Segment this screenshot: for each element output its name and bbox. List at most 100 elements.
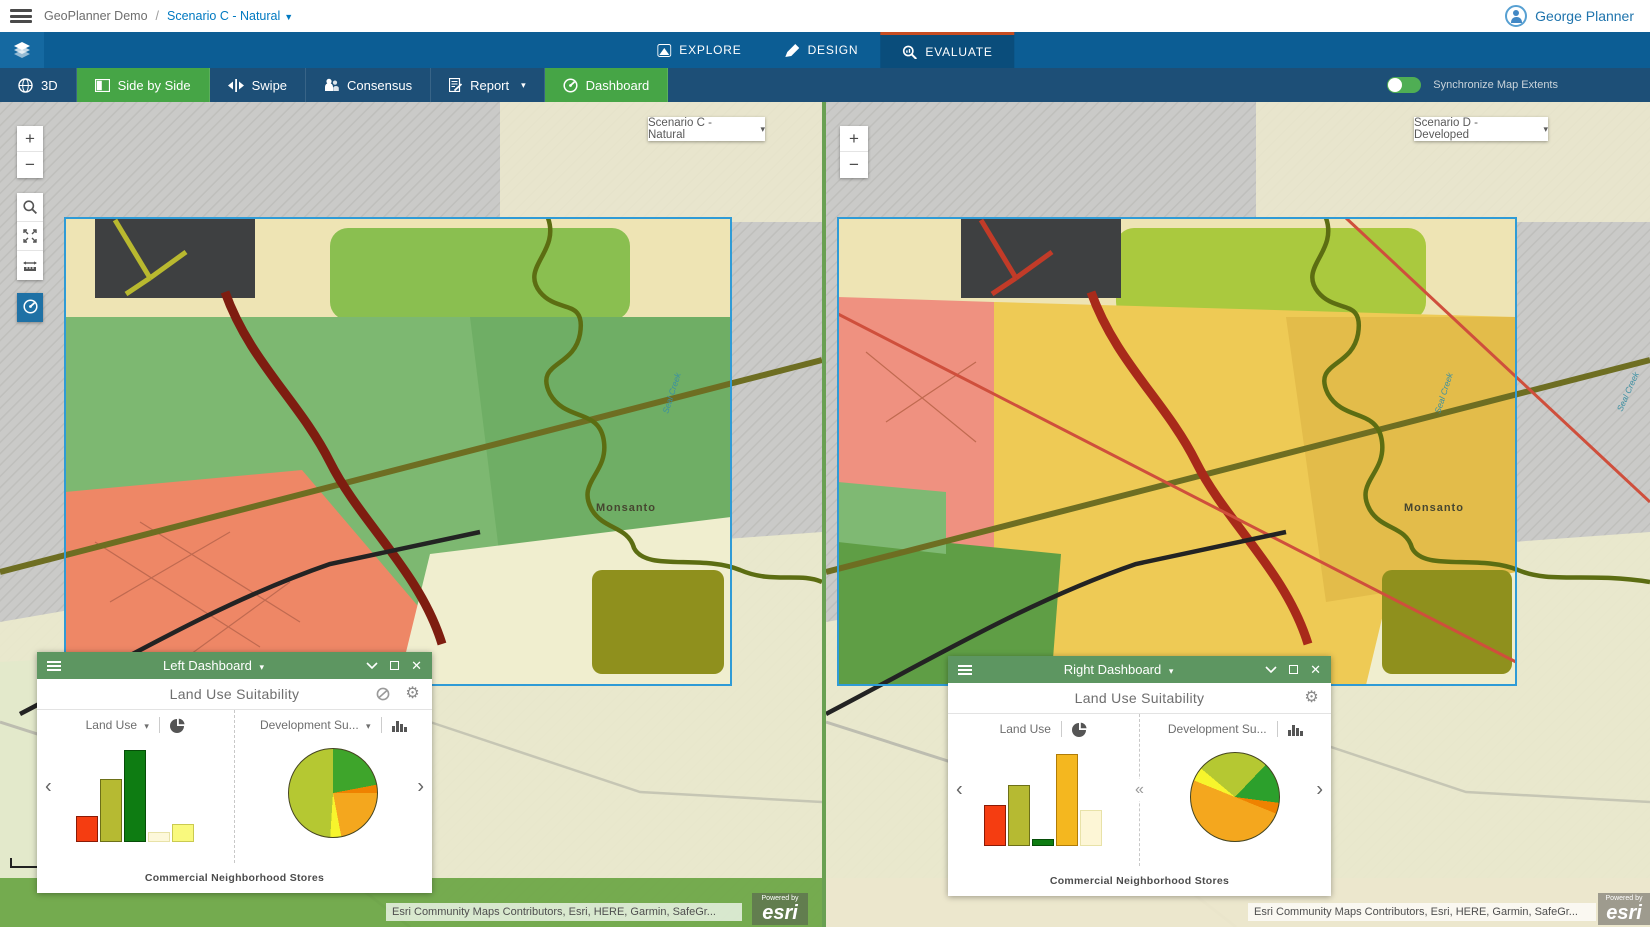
left-dashboard-panel: Left Dashboard ▾ ✕ Land Use Suitability … [37,652,432,893]
dashboard-gauge-icon [563,78,578,93]
scenario-menu[interactable]: Scenario C - Natural▼ [167,9,293,23]
right-scenario-selector[interactable]: Scenario D - Developed▾ [1414,117,1548,141]
maximize-icon[interactable] [390,661,399,670]
collapse-icon[interactable] [1265,666,1277,674]
land-use-widget: Land Use ▾ [37,710,235,863]
development-suitability-widget: Development Su... ▾ [235,710,433,863]
right-bar-chart[interactable] [984,754,1102,846]
user-area[interactable]: George Planner [1505,5,1634,27]
right-dashboard-title[interactable]: Right Dashboard ▾ [972,662,1265,677]
right-pie-chart[interactable] [1190,752,1280,842]
pie-chart-type-icon[interactable] [170,718,185,733]
zoom-in-button[interactable]: + [840,126,868,152]
dashboard-gauge-icon [23,299,38,314]
main-menu-icon[interactable] [10,9,32,23]
close-icon[interactable]: ✕ [411,658,422,674]
development-dropdown[interactable]: Development Su... [1168,722,1267,736]
search-icon [23,200,37,214]
chevron-down-icon: ▼ [284,12,293,22]
suitability-title: Land Use Suitability [170,686,300,702]
visibility-icon[interactable] [375,687,391,701]
sync-extents-toggle[interactable] [1387,77,1421,93]
evaluate-magnifier-icon [902,45,917,59]
user-avatar-icon [1505,5,1527,27]
bar-chart-type-icon[interactable] [392,719,407,732]
maximize-icon[interactable] [1289,665,1298,674]
bar-chart-type-icon[interactable] [1288,723,1303,736]
left-esri-logo: Powered byesri [752,893,808,925]
chevron-down-icon: ▾ [144,721,149,731]
consensus-button[interactable]: Consensus [306,68,431,102]
right-esri-logo: Powered byesri [1598,893,1650,925]
expand-arrows-icon [23,229,37,243]
swipe-button[interactable]: Swipe [210,68,306,102]
report-button[interactable]: Report ▾ [431,68,545,102]
evaluate-toolbar: 3D Side by Side Swipe Consensus Report ▾… [0,68,1650,102]
tab-explore[interactable]: EXPLORE [635,32,763,68]
land-use-dropdown[interactable]: Land Use [1000,722,1051,736]
chevron-down-icon: ▾ [760,124,765,135]
sync-extents-label: Synchronize Map Extents [1433,79,1558,91]
next-chart-chevron[interactable]: › [417,775,424,798]
left-map-tools [17,193,43,280]
user-name: George Planner [1535,8,1634,24]
measure-icon [23,260,37,272]
explore-icon [657,44,671,57]
tab-design[interactable]: DESIGN [764,32,881,68]
layers-icon [13,42,31,58]
consensus-people-icon [324,78,339,92]
measure-button[interactable] [17,251,43,280]
side-by-side-icon [95,79,110,92]
left-map-attribution: Esri Community Maps Contributors, Esri, … [386,903,742,921]
left-scenario-selector[interactable]: Scenario C - Natural▾ [648,117,765,141]
chevron-down-icon: ▾ [260,662,265,672]
left-bar-chart[interactable] [76,750,194,842]
chevron-down-icon: ▾ [521,80,526,91]
left-chart-context-label: Commercial Neighborhood Stores [37,863,432,893]
gear-icon[interactable]: ⚙ [405,686,420,702]
prev-chart-chevron[interactable]: ‹ [45,775,52,798]
right-chart-context-label: Commercial Neighborhood Stores [948,866,1331,896]
suitability-title: Land Use Suitability [1075,690,1205,706]
left-pie-chart[interactable] [288,748,378,838]
dashboard-button[interactable]: Dashboard [545,68,669,102]
side-by-side-button[interactable]: Side by Side [77,68,210,102]
prev-chart-chevron[interactable]: ‹ [956,779,963,802]
left-dashboard-title[interactable]: Left Dashboard ▾ [61,658,366,673]
land-use-widget: Land Use [948,714,1140,866]
next-chart-chevron[interactable]: › [1316,779,1323,802]
panel-menu-icon[interactable] [47,661,61,671]
globe-icon [18,78,33,93]
sync-extents-control: Synchronize Map Extents [1387,68,1558,102]
right-dashboard-header[interactable]: Right Dashboard ▾ ✕ [948,656,1331,683]
chevron-down-icon: ▾ [366,721,371,731]
land-use-dropdown[interactable]: Land Use ▾ [86,718,149,732]
breadcrumb-separator: / [156,9,159,23]
search-button[interactable] [17,193,43,222]
pencil-icon [786,44,800,57]
gear-icon[interactable]: ⚙ [1304,690,1319,706]
zoom-out-button[interactable]: − [840,152,868,178]
collapse-icon[interactable] [366,662,378,670]
development-dropdown[interactable]: Development Su... ▾ [260,718,371,732]
left-dashboard-header[interactable]: Left Dashboard ▾ ✕ [37,652,432,679]
zoom-out-button[interactable]: − [17,152,43,178]
chevron-down-icon: ▾ [1169,666,1174,676]
dashboard-tool-button[interactable] [17,293,43,322]
left-dashboard-subheader: Land Use Suitability ⚙ [37,679,432,710]
close-icon[interactable]: ✕ [1310,662,1321,678]
3d-button[interactable]: 3D [0,68,77,102]
tab-group: EXPLORE DESIGN EVALUATE [635,32,1014,68]
left-zoom-controls: + − [17,126,43,178]
zoom-in-button[interactable]: + [17,126,43,152]
collapse-divider-chevron[interactable]: « [1135,779,1144,801]
pie-chart-type-icon[interactable] [1072,722,1087,737]
tab-evaluate[interactable]: EVALUATE [880,32,1014,68]
right-dashboard-panel: Right Dashboard ▾ ✕ Land Use Suitability… [948,656,1331,896]
full-extent-button[interactable] [17,222,43,251]
right-zoom-controls: + − [840,126,868,178]
panel-menu-icon[interactable] [958,665,972,675]
right-dashboard-charts: ‹ Land Use « Development Su... › [948,714,1331,866]
app-title: GeoPlanner Demo [44,9,148,23]
layers-button[interactable] [0,32,44,68]
